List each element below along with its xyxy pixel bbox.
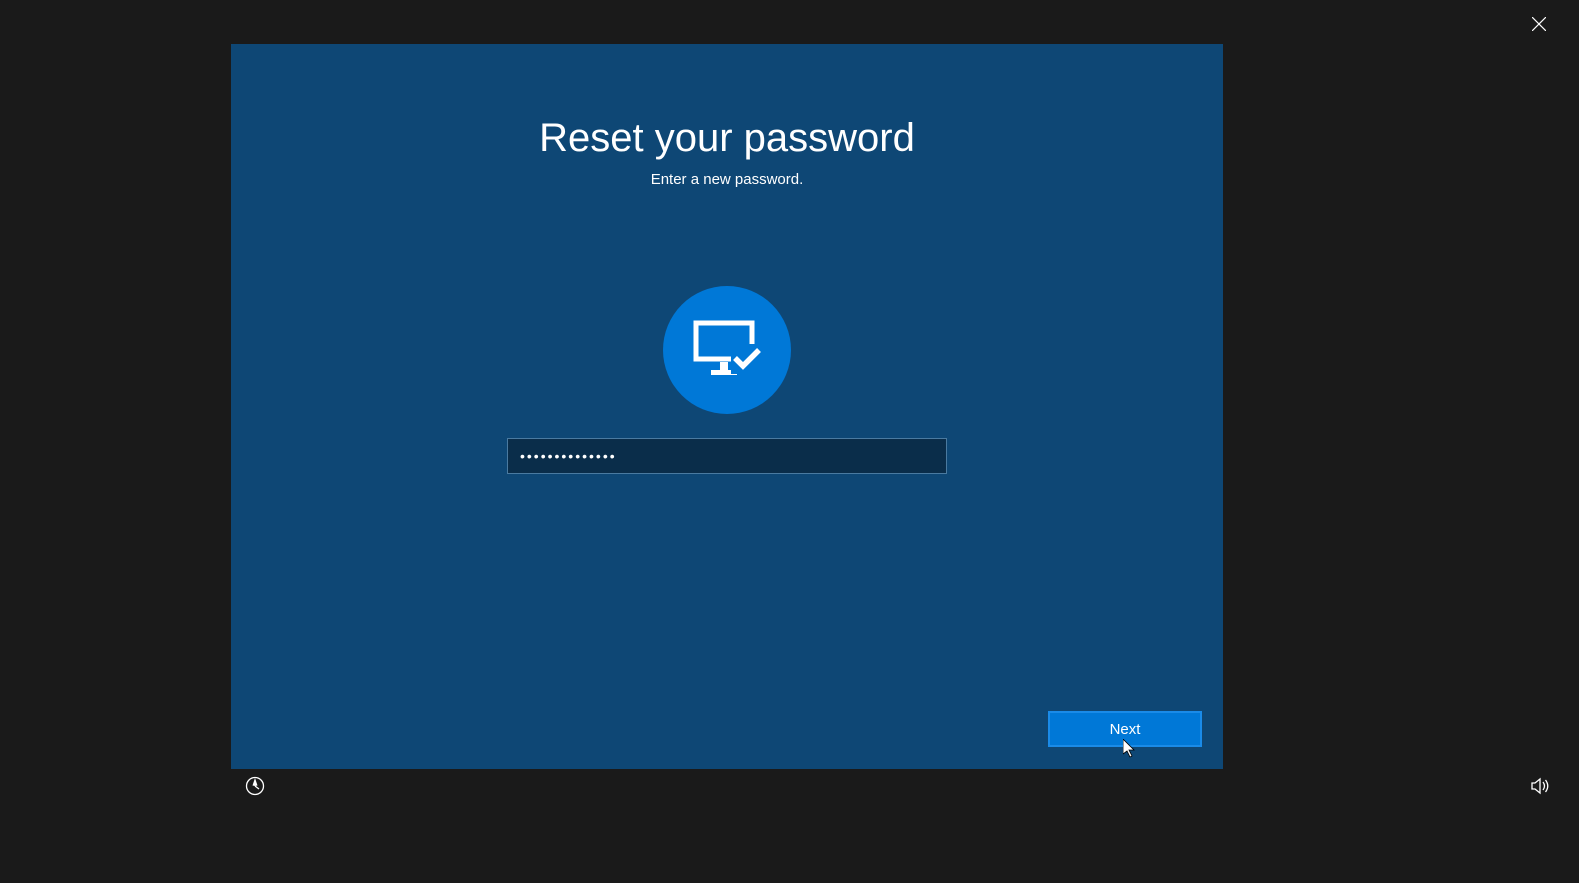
ease-of-access-button[interactable] [243,776,267,800]
new-password-input[interactable] [507,438,947,474]
volume-button[interactable] [1528,776,1552,800]
monitor-check-icon [693,320,761,381]
volume-icon [1530,776,1550,801]
page-title: Reset your password [231,116,1223,161]
close-icon [1532,17,1546,36]
page-subtitle: Enter a new password. [231,171,1223,188]
next-button[interactable]: Next [1048,711,1202,747]
account-avatar [663,286,791,414]
close-button[interactable] [1527,14,1551,38]
ease-of-access-icon [245,776,265,801]
reset-password-panel: Reset your password Enter a new password… [231,44,1223,769]
